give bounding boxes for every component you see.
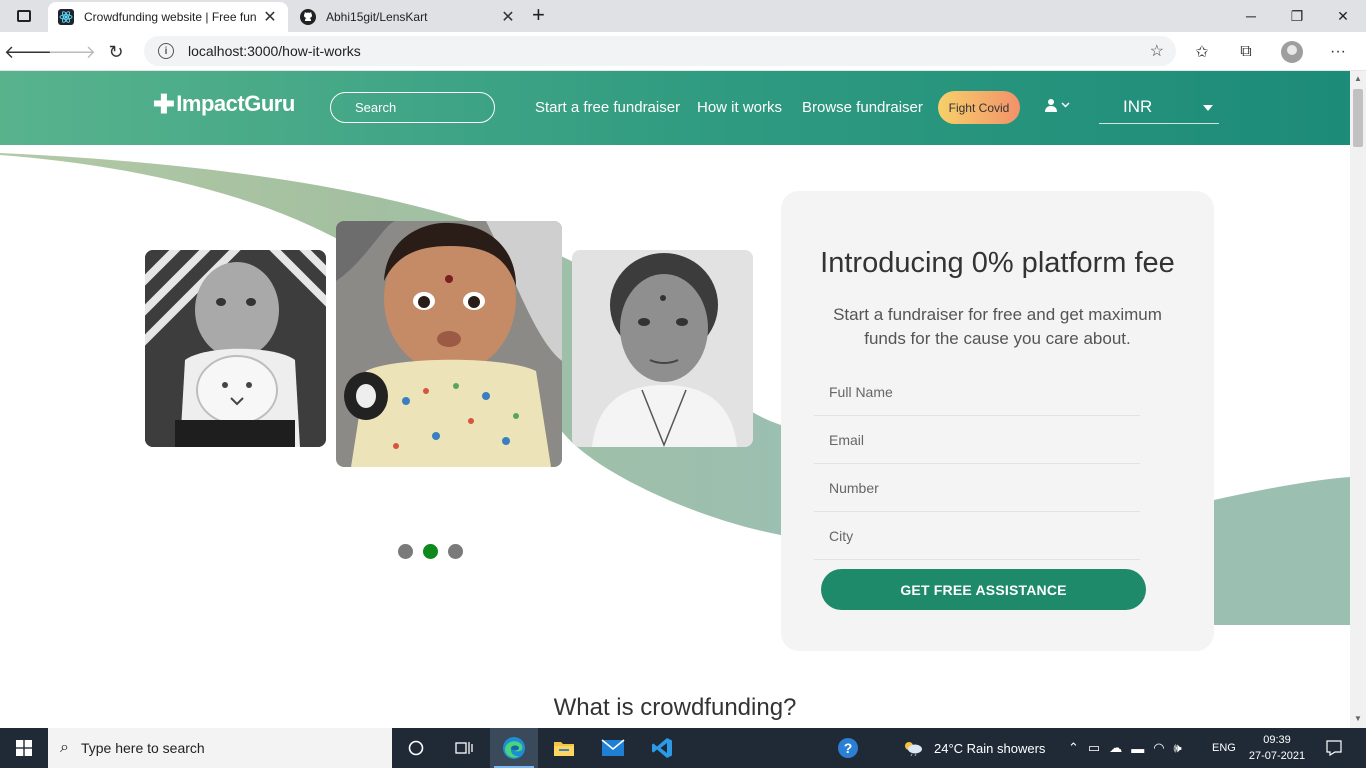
currency-select[interactable]: INR bbox=[1099, 91, 1219, 124]
address-bar[interactable]: i localhost:3000/how-it-works ☆ bbox=[144, 36, 1176, 66]
windows-start-button[interactable] bbox=[0, 728, 48, 768]
page-scrollbar[interactable]: ▲ ▼ bbox=[1350, 71, 1366, 728]
plus-icon: ✚ bbox=[153, 89, 175, 119]
browser-tab-inactive[interactable]: Abhi15git/LensKart ✕ bbox=[290, 2, 526, 32]
task-view-icon[interactable] bbox=[440, 728, 488, 768]
carousel-dot-1[interactable] bbox=[398, 544, 413, 559]
chevron-down-icon bbox=[1061, 102, 1070, 108]
tab-close-icon[interactable]: ✕ bbox=[500, 7, 516, 27]
collections-icon[interactable]: ⧉ bbox=[1232, 38, 1260, 66]
more-menu-icon[interactable]: ··· bbox=[1324, 38, 1352, 66]
carousel-dot-2[interactable] bbox=[423, 544, 438, 559]
new-tab-icon[interactable]: + bbox=[532, 4, 545, 26]
carousel-photo-baby-bw bbox=[145, 250, 326, 447]
windows-taskbar: ⌕ Type here to search ? 24°C Rain shower… bbox=[0, 728, 1366, 768]
volume-icon[interactable]: 🕪 bbox=[1174, 740, 1182, 756]
scroll-up-icon[interactable]: ▲ bbox=[1354, 74, 1362, 83]
carousel-dot-3[interactable] bbox=[448, 544, 463, 559]
fight-covid-button[interactable]: Fight Covid bbox=[938, 91, 1020, 124]
cloud-icon[interactable]: ☁ bbox=[1109, 740, 1122, 756]
notification-center-icon[interactable] bbox=[1318, 728, 1350, 768]
weather-widget[interactable]: 24°C Rain showers bbox=[902, 728, 1045, 768]
cloud-rain-icon bbox=[905, 742, 922, 756]
tab-actions-button[interactable] bbox=[10, 6, 38, 26]
site-search-input[interactable]: Search bbox=[330, 92, 495, 123]
minimize-icon[interactable]: ─ bbox=[1228, 0, 1274, 32]
file-explorer-icon[interactable] bbox=[540, 728, 588, 768]
back-icon[interactable]: 🡐 bbox=[4, 38, 52, 66]
cortana-icon[interactable] bbox=[392, 728, 440, 768]
user-menu[interactable] bbox=[1044, 98, 1070, 112]
full-name-field[interactable]: Full Name bbox=[814, 368, 1140, 416]
carousel-dots bbox=[398, 544, 463, 559]
browser-tab-active[interactable]: Crowdfunding website | Free fun ✕ bbox=[48, 2, 288, 32]
browser-toolbar: 🡐 🡒 ↻ i localhost:3000/how-it-works ☆ ✩ … bbox=[0, 32, 1366, 71]
taskbar-search-placeholder: Type here to search bbox=[80, 740, 205, 756]
assistance-form-card: Introducing 0% platform fee Start a fund… bbox=[781, 191, 1214, 651]
wifi-icon[interactable]: ◠ bbox=[1153, 740, 1164, 756]
add-favorite-icon[interactable]: ☆ bbox=[1150, 41, 1164, 61]
search-icon: ⌕ bbox=[60, 739, 69, 756]
chevron-up-icon[interactable]: ⌃ bbox=[1068, 740, 1079, 756]
vscode-icon[interactable] bbox=[638, 728, 686, 768]
number-field[interactable]: Number bbox=[814, 464, 1140, 512]
tab-title: Abhi15git/LensKart bbox=[326, 10, 428, 24]
caret-down-icon bbox=[1203, 105, 1213, 111]
tab-title: Crowdfunding website | Free fun bbox=[84, 10, 257, 24]
meet-now-icon[interactable]: ▭ bbox=[1088, 740, 1100, 756]
taskbar-search-box[interactable]: ⌕ Type here to search bbox=[48, 728, 392, 768]
scroll-down-icon[interactable]: ▼ bbox=[1354, 714, 1362, 723]
windows-logo-icon bbox=[16, 740, 32, 756]
refresh-icon[interactable]: ↻ bbox=[102, 38, 130, 66]
carousel-photo-baby-color bbox=[336, 221, 562, 467]
svg-text:?: ? bbox=[844, 740, 853, 756]
edge-taskbar-icon[interactable] bbox=[490, 728, 538, 768]
nav-browse-fundraiser[interactable]: Browse fundraiser bbox=[802, 99, 923, 116]
section-title: What is crowdfunding? bbox=[553, 694, 797, 721]
system-tray: ⌃ ▭ ☁ ▬ ◠ 🕪 bbox=[1068, 728, 1182, 768]
system-clock[interactable]: 09:39 27-07-2021 bbox=[1246, 732, 1308, 764]
language-indicator[interactable]: ENG bbox=[1212, 728, 1236, 768]
profile-avatar[interactable] bbox=[1278, 38, 1306, 66]
get-free-assistance-button[interactable]: GET FREE ASSISTANCE bbox=[821, 569, 1146, 610]
url-text: localhost:3000/how-it-works bbox=[188, 43, 361, 59]
browser-tab-bar: Crowdfunding website | Free fun ✕ Abhi15… bbox=[0, 0, 1366, 32]
tab-close-icon[interactable]: ✕ bbox=[262, 7, 278, 27]
close-window-icon[interactable]: ✕ bbox=[1320, 0, 1366, 32]
form-subtitle: Start a fundraiser for free and get maxi… bbox=[833, 305, 1162, 348]
site-header: ✚ ImpactGuru Search Start a free fundrai… bbox=[0, 71, 1350, 145]
impactguru-logo[interactable]: ✚ ImpactGuru bbox=[153, 91, 295, 117]
favorites-icon[interactable]: ✩ bbox=[1188, 38, 1216, 66]
weather-text: 24°C Rain showers bbox=[934, 740, 1046, 756]
react-favicon-icon bbox=[58, 9, 74, 25]
nav-start-fundraiser[interactable]: Start a free fundraiser bbox=[535, 99, 680, 116]
site-info-icon[interactable]: i bbox=[158, 43, 174, 59]
tab-actions-icon bbox=[17, 10, 31, 22]
carousel-photo-woman-bw bbox=[572, 250, 753, 447]
github-favicon-icon bbox=[300, 9, 316, 25]
form-title: Introducing 0% platform fee bbox=[820, 247, 1175, 279]
email-field[interactable]: Email bbox=[814, 416, 1140, 464]
page-viewport: ✚ ImpactGuru Search Start a free fundrai… bbox=[0, 71, 1350, 728]
logo-text: ImpactGuru bbox=[176, 91, 295, 116]
help-icon[interactable]: ? bbox=[824, 728, 872, 768]
currency-value: INR bbox=[1123, 97, 1153, 116]
forward-icon[interactable]: 🡒 bbox=[48, 38, 96, 66]
mail-icon[interactable] bbox=[589, 728, 637, 768]
clock-time: 09:39 bbox=[1263, 734, 1291, 746]
clock-date: 27-07-2021 bbox=[1248, 750, 1306, 762]
city-field[interactable]: City bbox=[814, 512, 1140, 560]
scrollbar-thumb[interactable] bbox=[1353, 89, 1363, 147]
nav-how-it-works[interactable]: How it works bbox=[697, 99, 782, 116]
battery-icon[interactable]: ▬ bbox=[1131, 741, 1144, 756]
maximize-icon[interactable]: ❐ bbox=[1274, 0, 1320, 32]
user-icon bbox=[1045, 99, 1057, 112]
